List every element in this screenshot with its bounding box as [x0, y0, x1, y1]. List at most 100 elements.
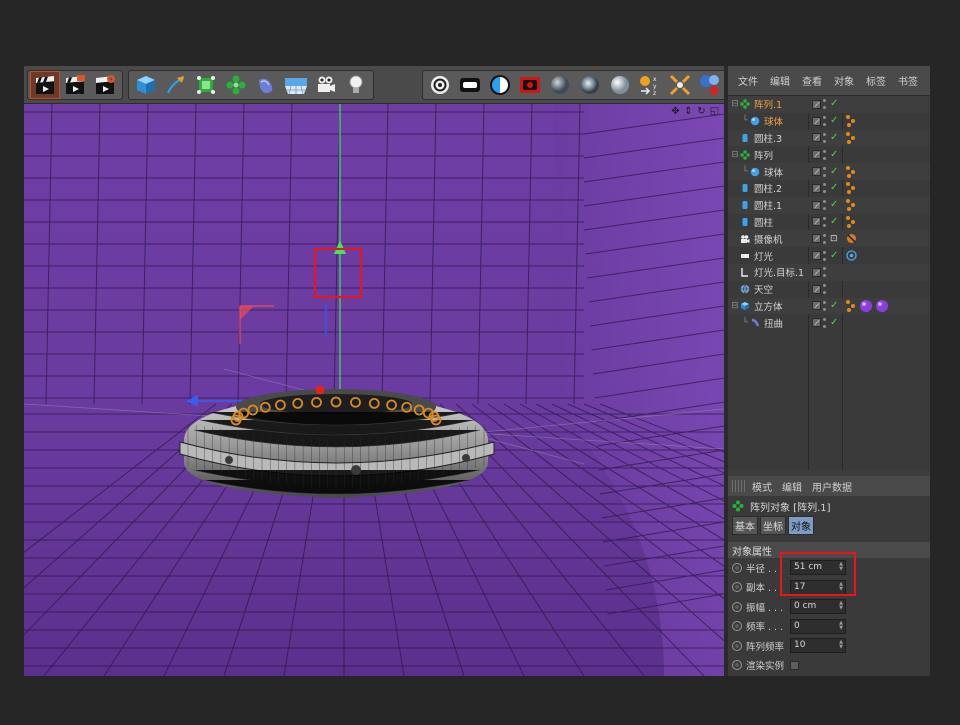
spinner-arrows-icon[interactable]: ▲ ▼: [839, 620, 843, 631]
pen-button[interactable]: [161, 71, 191, 99]
protection-tag-icon[interactable]: [846, 233, 857, 244]
animate-radio[interactable]: [732, 582, 742, 593]
object-name[interactable]: 立方体: [754, 299, 783, 313]
layer-icon[interactable]: [812, 150, 821, 160]
spinner-arrows-icon[interactable]: ▲ ▼: [839, 581, 843, 592]
render-instances-checkbox[interactable]: [790, 660, 799, 670]
floor-button[interactable]: [281, 71, 311, 99]
menu-view[interactable]: 查看: [802, 73, 822, 88]
enabled-check-icon[interactable]: ✓: [830, 200, 838, 210]
menu-mode[interactable]: 模式: [752, 479, 772, 494]
visibility-dots-icon[interactable]: [823, 99, 828, 110]
visibility-dots-icon[interactable]: [823, 233, 828, 244]
object-row[interactable]: 圆柱 ✓: [728, 214, 930, 231]
object-row[interactable]: 灯光 ✓: [728, 247, 930, 264]
object-row[interactable]: 圆柱.3 ✓: [728, 129, 930, 147]
tab-object[interactable]: 对象: [788, 515, 814, 535]
object-name[interactable]: 圆柱.3: [754, 131, 782, 145]
layer-icon[interactable]: [812, 133, 821, 143]
object-name[interactable]: 圆柱.2: [754, 181, 782, 195]
object-row[interactable]: ⊟ 阵列 ✓: [728, 146, 930, 163]
tab-coordinates[interactable]: 坐标: [760, 515, 786, 535]
tree-toggle-icon[interactable]: ⊟: [730, 150, 740, 160]
menu-edit[interactable]: 编辑: [770, 73, 790, 88]
enabled-check-icon[interactable]: ✓: [830, 216, 838, 227]
visibility-dots-icon[interactable]: [823, 216, 828, 227]
material-sphere-icon[interactable]: [859, 299, 873, 313]
visibility-dots-icon[interactable]: [823, 183, 828, 194]
object-row[interactable]: 天空: [728, 281, 930, 298]
object-name[interactable]: 球体: [764, 165, 783, 179]
texture-tag-icon[interactable]: [846, 115, 857, 128]
frequency-input[interactable]: 0 ▲ ▼: [790, 618, 846, 634]
glass-sphere-button[interactable]: [575, 71, 605, 99]
amplitude-input[interactable]: 0 cm ▲ ▼: [790, 599, 846, 615]
tab-basic[interactable]: 基本: [732, 515, 758, 535]
enabled-check-icon[interactable]: ✓: [830, 132, 838, 143]
target-button[interactable]: [425, 71, 455, 99]
3d-viewport[interactable]: ✥ ⇕ ↻ ◱: [24, 104, 724, 676]
layer-icon[interactable]: [812, 200, 821, 210]
contrast-button[interactable]: [485, 71, 515, 99]
coordinate-system-button[interactable]: xyz: [635, 71, 665, 99]
object-name[interactable]: 天空: [754, 282, 773, 296]
texture-tag-icon[interactable]: [846, 165, 857, 178]
menu-edit[interactable]: 编辑: [782, 479, 802, 494]
axis-snap-button[interactable]: [665, 71, 695, 99]
object-row[interactable]: 摄像机 ⊡: [728, 230, 930, 248]
object-name[interactable]: 圆柱: [754, 215, 773, 229]
rotate-view-icon[interactable]: ↻: [696, 106, 707, 117]
object-name[interactable]: 圆柱.1: [754, 198, 782, 212]
spinner-arrows-icon[interactable]: ▲ ▼: [839, 601, 843, 611]
enabled-check-icon[interactable]: ✓: [830, 99, 838, 109]
animate-radio[interactable]: [732, 562, 742, 573]
layer-icon[interactable]: [812, 234, 821, 244]
layer-icon[interactable]: [812, 217, 821, 227]
record-button[interactable]: [515, 71, 545, 99]
object-row[interactable]: 灯光.目标.1: [728, 263, 930, 281]
layer-icon[interactable]: [812, 284, 821, 294]
object-name[interactable]: 灯光.目标.1: [754, 265, 804, 279]
texture-tag-icon[interactable]: [846, 199, 857, 212]
object-name[interactable]: 摄像机: [754, 232, 783, 246]
animate-radio[interactable]: [732, 640, 742, 651]
render-to-picture-viewer-button[interactable]: [60, 71, 90, 99]
object-row[interactable]: ⊟ 阵列.1 ✓: [728, 96, 930, 113]
enabled-check-icon[interactable]: ✓: [830, 250, 838, 261]
layer-icon[interactable]: [812, 267, 821, 277]
layer-icon[interactable]: [812, 116, 821, 126]
light-button[interactable]: [341, 71, 371, 99]
menu-object[interactable]: 对象: [834, 73, 854, 88]
object-name[interactable]: 阵列: [754, 148, 773, 162]
visibility-dots-icon[interactable]: [823, 166, 828, 177]
visibility-dots-icon[interactable]: [823, 300, 828, 311]
object-row[interactable]: └ 球体 ✓: [728, 163, 930, 180]
visibility-dots-icon[interactable]: [823, 200, 828, 211]
drop-to-floor-button[interactable]: [695, 71, 725, 99]
panel-grip-icon[interactable]: [732, 480, 746, 492]
enabled-check-icon[interactable]: ✓: [830, 317, 838, 328]
animate-radio[interactable]: [732, 621, 742, 632]
cloner-button[interactable]: [221, 71, 251, 99]
tree-toggle-icon[interactable]: ⊟: [730, 301, 740, 311]
visibility-dots-icon[interactable]: [823, 132, 828, 143]
object-row[interactable]: └ 扭曲 ✓: [728, 314, 930, 331]
object-row[interactable]: 圆柱.1 ✓: [728, 196, 930, 214]
object-name[interactable]: 灯光: [754, 249, 773, 263]
visibility-dots-icon[interactable]: [823, 250, 828, 261]
menu-tags[interactable]: 标签: [866, 73, 886, 88]
enabled-check-icon[interactable]: ✓: [830, 166, 838, 177]
render-view-button[interactable]: [30, 71, 60, 99]
menu-bookmarks[interactable]: 书签: [898, 73, 918, 88]
object-row[interactable]: └ 球体 ✓: [728, 113, 930, 130]
texture-tag-icon[interactable]: [846, 299, 857, 312]
enabled-check-icon[interactable]: ✓: [830, 149, 838, 160]
visibility-dots-icon[interactable]: [823, 267, 828, 278]
visibility-dots-icon[interactable]: [823, 317, 828, 328]
object-name[interactable]: 球体: [764, 114, 783, 128]
animate-radio[interactable]: [732, 601, 742, 612]
visibility-dots-icon[interactable]: [823, 284, 828, 295]
count-input[interactable]: 17 ▲ ▼: [790, 579, 846, 595]
target-tag-icon[interactable]: [846, 250, 857, 261]
cube-button[interactable]: [131, 71, 161, 99]
